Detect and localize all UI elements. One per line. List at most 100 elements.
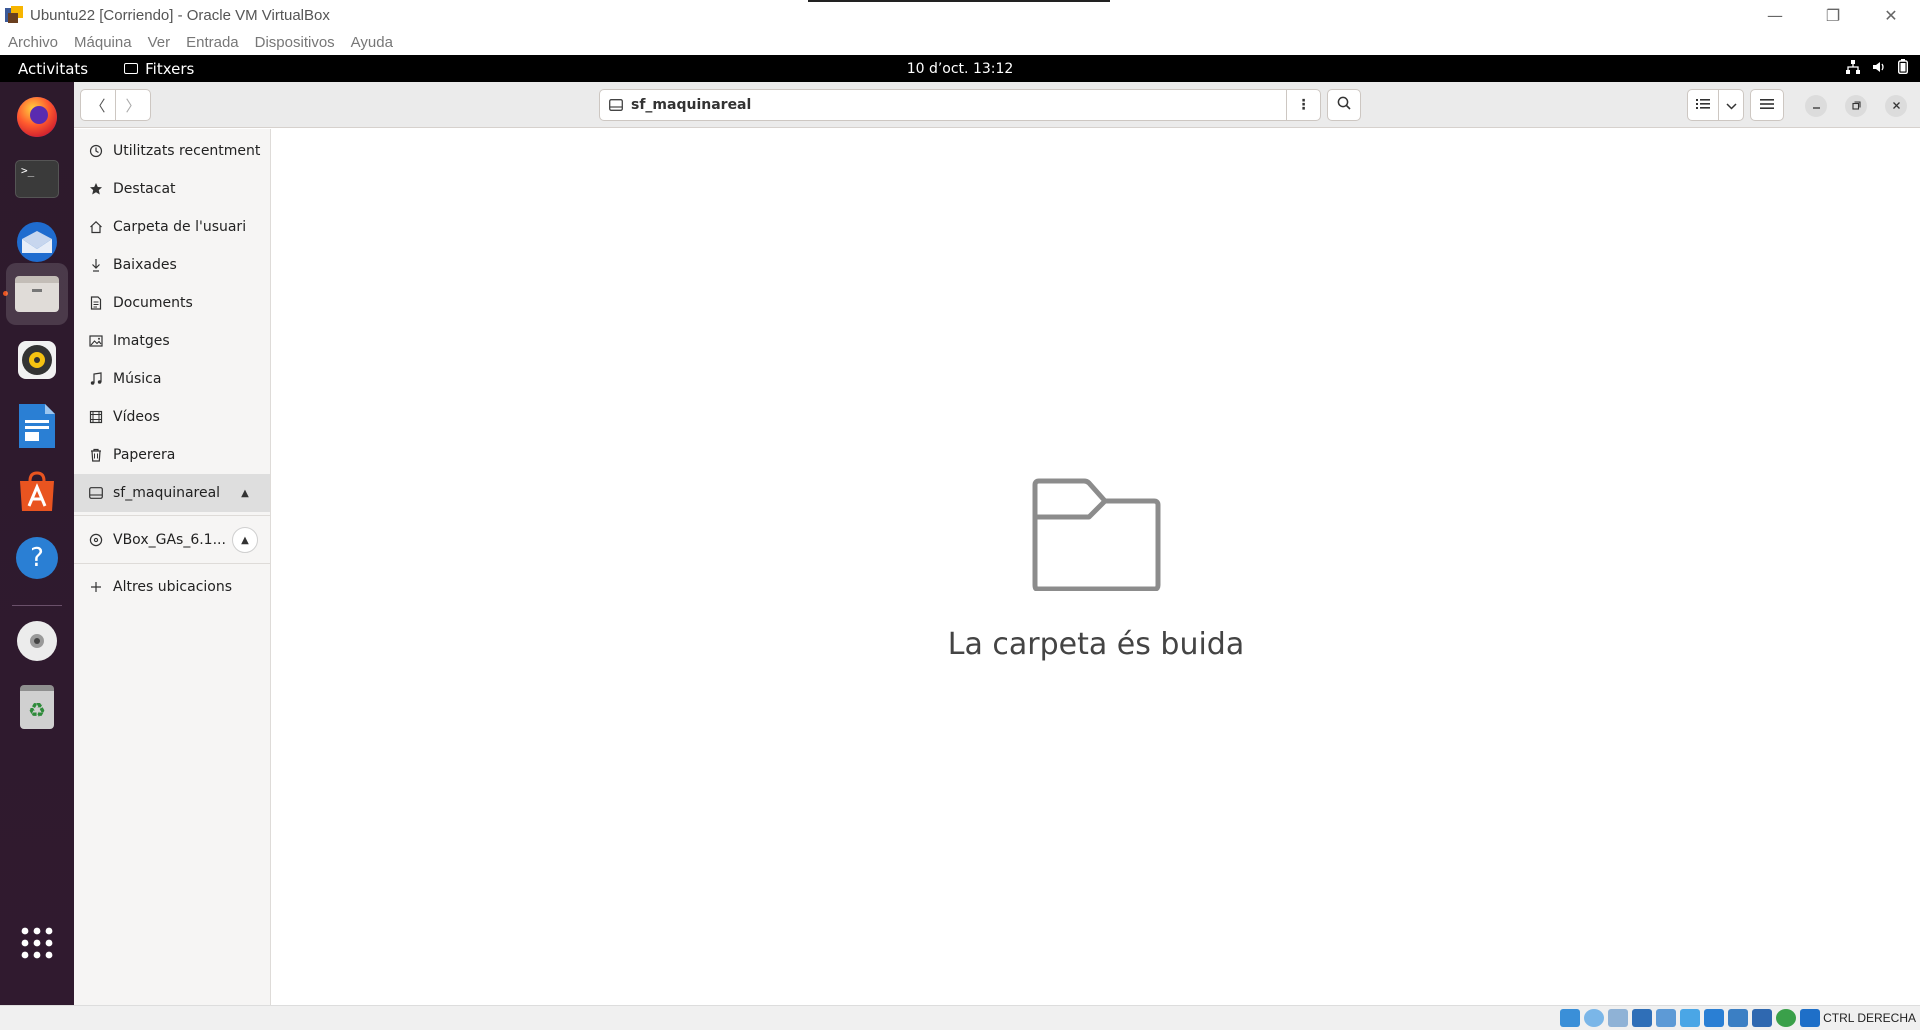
sidebar-item-label: Documents bbox=[113, 295, 193, 311]
virtualization-icon[interactable] bbox=[1752, 1009, 1772, 1027]
sidebar-item-downloads[interactable]: Baixades bbox=[74, 246, 270, 284]
current-folder-label[interactable]: sf_maquinareal bbox=[631, 97, 751, 113]
menu-dispositivos[interactable]: Dispositivos bbox=[255, 34, 335, 51]
sidebar-item-label: Altres ubicacions bbox=[113, 579, 233, 595]
sidebar-item-music[interactable]: Música bbox=[74, 360, 270, 398]
folder-view[interactable]: La carpeta és buida bbox=[272, 129, 1920, 1005]
firefox-icon[interactable] bbox=[13, 92, 61, 140]
sidebar-item-label: Destacat bbox=[113, 181, 176, 197]
recording-icon[interactable] bbox=[1728, 1009, 1748, 1027]
sidebar-item-sf-maquinareal[interactable]: sf_maquinareal ▲ bbox=[74, 474, 270, 512]
optical-drive-icon[interactable] bbox=[1584, 1009, 1604, 1027]
restore-icon bbox=[1851, 100, 1861, 113]
forward-icon: 〉 bbox=[125, 96, 141, 115]
window-maximize-button[interactable] bbox=[1845, 95, 1867, 117]
sidebar-item-vbox-gas[interactable]: VBox_GAs_6.1... ▲ bbox=[74, 521, 270, 559]
sidebar-item-trash[interactable]: Paperera bbox=[74, 436, 270, 474]
mouse-integration-icon[interactable] bbox=[1800, 1009, 1820, 1027]
back-button[interactable]: 〈 bbox=[80, 89, 116, 121]
star-icon bbox=[88, 182, 104, 196]
window-title: Ubuntu22 [Corriendo] - Oracle VM Virtual… bbox=[30, 6, 330, 24]
sidebar-item-recent[interactable]: Utilitzats recentment bbox=[74, 132, 270, 170]
app-center-icon[interactable] bbox=[13, 468, 61, 516]
path-bar[interactable]: sf_maquinareal ⋮ bbox=[599, 89, 1321, 121]
minimize-icon bbox=[1812, 100, 1821, 113]
thunderbird-icon[interactable] bbox=[13, 218, 61, 266]
empty-folder-message: La carpeta és buida bbox=[947, 627, 1245, 662]
search-button[interactable] bbox=[1327, 89, 1361, 121]
forward-button[interactable]: 〉 bbox=[115, 89, 151, 121]
restore-button[interactable]: ❐ bbox=[1804, 0, 1862, 30]
disc-icon bbox=[88, 533, 104, 547]
music-icon bbox=[88, 372, 104, 386]
list-view-button[interactable] bbox=[1687, 89, 1719, 121]
drive-icon bbox=[88, 487, 104, 499]
dock: >_ ? ♻ bbox=[0, 82, 74, 1005]
places-sidebar: Utilitzats recentment Destacat Carpeta d… bbox=[74, 129, 271, 1005]
shared-folders-icon[interactable] bbox=[1680, 1009, 1700, 1027]
help-icon[interactable]: ? bbox=[13, 534, 61, 582]
menu-maquina[interactable]: Máquina bbox=[74, 34, 132, 51]
trash-icon[interactable]: ♻ bbox=[13, 683, 61, 731]
chevron-down-icon bbox=[1725, 96, 1737, 114]
path-menu-button[interactable]: ⋮ bbox=[1286, 90, 1320, 120]
window-minimize-button[interactable] bbox=[1805, 95, 1827, 117]
eject-icon[interactable]: ▲ bbox=[232, 527, 258, 553]
menu-ver[interactable]: Ver bbox=[148, 34, 171, 51]
app-menu-label: Fitxers bbox=[145, 59, 195, 78]
app-menu[interactable]: Fitxers bbox=[124, 60, 194, 78]
guest-screen: Activitats Fitxers 10 d’oct. 13:12 >_ ? … bbox=[0, 55, 1920, 1005]
libreoffice-writer-icon[interactable] bbox=[13, 402, 61, 450]
help-glyph: ? bbox=[30, 543, 44, 573]
sidebar-item-videos[interactable]: Vídeos bbox=[74, 398, 270, 436]
terminal-prompt: >_ bbox=[21, 164, 35, 177]
menu-archivo[interactable]: Archivo bbox=[8, 34, 58, 51]
battery-icon bbox=[1897, 59, 1909, 78]
sidebar-item-label: Baixades bbox=[113, 257, 177, 273]
view-options-button[interactable] bbox=[1718, 89, 1744, 121]
download-icon bbox=[88, 258, 104, 272]
rhythmbox-icon[interactable] bbox=[13, 336, 61, 384]
sidebar-item-label: sf_maquinareal bbox=[113, 485, 221, 501]
dvd-icon[interactable] bbox=[13, 617, 61, 665]
title-progress-line bbox=[808, 0, 1110, 2]
usb-icon[interactable] bbox=[1656, 1009, 1676, 1027]
virtualbox-title-bar: Ubuntu22 [Corriendo] - Oracle VM Virtual… bbox=[0, 0, 1920, 30]
volume-icon bbox=[1872, 60, 1886, 78]
minimize-button[interactable]: — bbox=[1746, 0, 1804, 30]
dock-separator bbox=[12, 605, 62, 606]
main-menu-button[interactable] bbox=[1750, 89, 1784, 121]
audio-icon[interactable] bbox=[1608, 1009, 1628, 1027]
system-status-area[interactable] bbox=[1846, 55, 1909, 82]
virtualbox-status-bar: CTRL DERECHA bbox=[0, 1005, 1920, 1030]
activities-button[interactable]: Activitats bbox=[18, 60, 88, 78]
sidebar-separator bbox=[74, 563, 270, 564]
device-indicators bbox=[1560, 1009, 1820, 1027]
clock[interactable]: 10 d’oct. 13:12 bbox=[0, 61, 1920, 77]
terminal-icon[interactable]: >_ bbox=[13, 155, 61, 203]
menu-entrada[interactable]: Entrada bbox=[186, 34, 239, 51]
close-icon bbox=[1892, 100, 1901, 113]
recycle-glyph: ♻ bbox=[28, 698, 46, 722]
close-button[interactable]: ✕ bbox=[1862, 0, 1920, 30]
sidebar-item-pictures[interactable]: Imatges bbox=[74, 322, 270, 360]
hard-disk-icon[interactable] bbox=[1560, 1009, 1580, 1027]
network-adapter-icon[interactable] bbox=[1632, 1009, 1652, 1027]
folder-icon bbox=[124, 63, 139, 74]
sidebar-item-starred[interactable]: Destacat bbox=[74, 170, 270, 208]
sidebar-item-other-locations[interactable]: Altres ubicacions bbox=[74, 568, 270, 606]
sidebar-item-documents[interactable]: Documents bbox=[74, 284, 270, 322]
window-close-button[interactable] bbox=[1885, 95, 1907, 117]
sidebar-item-home[interactable]: Carpeta de l'usuari bbox=[74, 208, 270, 246]
window-controls: — ❐ ✕ bbox=[1746, 0, 1920, 30]
menu-ayuda[interactable]: Ayuda bbox=[351, 34, 393, 51]
back-icon: 〈 bbox=[90, 96, 106, 115]
cpu-icon[interactable] bbox=[1776, 1009, 1796, 1027]
show-apps-icon[interactable] bbox=[13, 919, 61, 967]
files-icon[interactable] bbox=[6, 263, 68, 325]
eject-icon[interactable]: ▲ bbox=[232, 480, 258, 506]
drive-icon bbox=[609, 96, 623, 115]
host-key-label: CTRL DERECHA bbox=[1823, 1011, 1916, 1025]
display-icon[interactable] bbox=[1704, 1009, 1724, 1027]
document-icon bbox=[88, 296, 104, 310]
